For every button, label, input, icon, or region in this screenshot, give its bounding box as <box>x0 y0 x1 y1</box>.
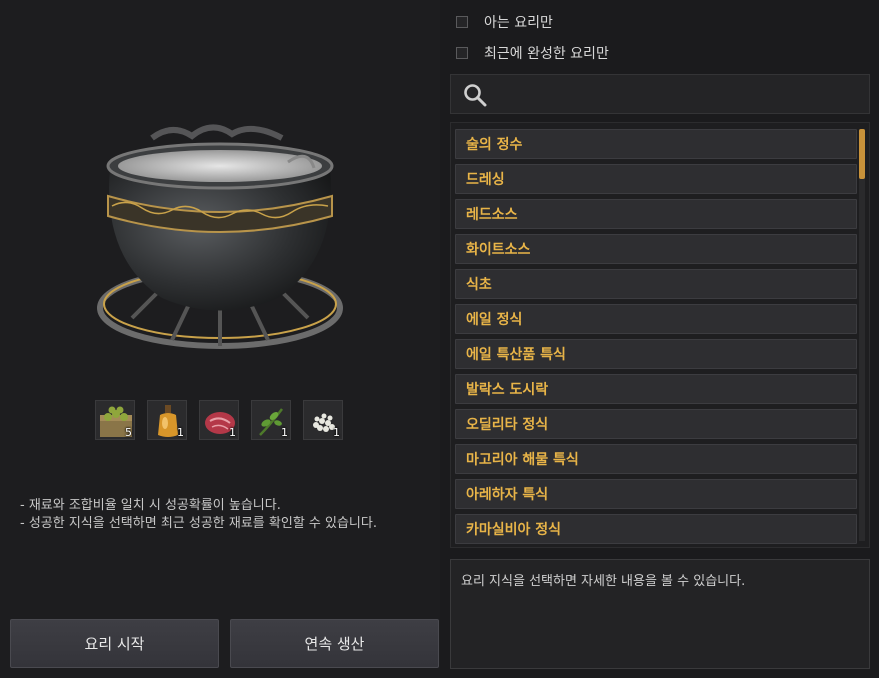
continuous-production-button[interactable]: 연속 생산 <box>230 619 439 668</box>
recipe-list-panel: 술의 정수 드레싱 레드소스 화이트소스 식초 에일 정식 에일 특산품 특식 … <box>450 122 870 548</box>
ingredient-slot[interactable]: 1 <box>303 400 343 440</box>
ingredient-quantity: 1 <box>281 426 288 439</box>
filter-recent-only[interactable]: 최근에 완성한 요리만 <box>456 43 609 63</box>
cooking-notes: - 재료와 조합비율 일치 시 성공확률이 높습니다. - 성공한 지식을 선택… <box>20 497 430 533</box>
recipe-detail-box: 요리 지식을 선택하면 자세한 내용을 볼 수 있습니다. <box>450 559 870 669</box>
recipe-search-box[interactable] <box>450 74 870 114</box>
start-cooking-button[interactable]: 요리 시작 <box>10 619 219 668</box>
recent-only-checkbox[interactable] <box>456 47 468 59</box>
recipe-list-item[interactable]: 에일 특산품 특식 <box>455 339 857 369</box>
recent-only-label: 최근에 완성한 요리만 <box>484 46 609 62</box>
recipe-list-item[interactable]: 아레하자 특식 <box>455 479 857 509</box>
ingredient-slots: 5 1 1 1 1 <box>95 400 343 440</box>
ingredient-quantity: 1 <box>229 426 236 439</box>
note-line: - 재료와 조합비율 일치 시 성공확률이 높습니다. <box>20 498 281 513</box>
filter-known-only[interactable]: 아는 요리만 <box>456 12 553 32</box>
recipe-list-item[interactable]: 오딜리타 정식 <box>455 409 857 439</box>
recipe-list-item[interactable]: 술의 정수 <box>455 129 857 159</box>
ingredient-quantity: 1 <box>333 426 340 439</box>
recipe-list-item[interactable]: 마고리아 해물 특식 <box>455 444 857 474</box>
recipe-list-item[interactable]: 화이트소스 <box>455 234 857 264</box>
ingredient-slot[interactable]: 1 <box>251 400 291 440</box>
recipe-list-item[interactable]: 에일 정식 <box>455 304 857 334</box>
recipe-list-item[interactable]: 레드소스 <box>455 199 857 229</box>
known-only-checkbox[interactable] <box>456 16 468 28</box>
recipe-list-item[interactable]: 카마실비아 정식 <box>455 514 857 544</box>
ingredient-quantity: 5 <box>125 426 132 439</box>
recipe-list: 술의 정수 드레싱 레드소스 화이트소스 식초 에일 정식 에일 특산품 특식 … <box>455 129 857 547</box>
search-icon <box>464 84 487 107</box>
ingredient-slot[interactable]: 5 <box>95 400 135 440</box>
note-line: - 성공한 지식을 선택하면 최근 성공한 재료를 확인할 수 있습니다. <box>20 516 377 531</box>
cooking-left-panel: 5 1 1 1 1 - 재료와 조합비율 일치 시 성공확률이 높습니다. - … <box>0 0 440 678</box>
known-only-label: 아는 요리만 <box>484 15 553 31</box>
ingredient-slot[interactable]: 1 <box>147 400 187 440</box>
recipe-list-item[interactable]: 식초 <box>455 269 857 299</box>
recipe-list-scrollbar[interactable] <box>859 129 865 541</box>
scrollbar-thumb[interactable] <box>859 129 865 179</box>
cooking-pot-image <box>97 124 343 349</box>
ingredient-quantity: 1 <box>177 426 184 439</box>
ingredient-slot[interactable]: 1 <box>199 400 239 440</box>
search-input[interactable] <box>499 81 863 109</box>
recipe-list-item[interactable]: 발락스 도시락 <box>455 374 857 404</box>
recipe-list-item[interactable]: 드레싱 <box>455 164 857 194</box>
detail-text: 요리 지식을 선택하면 자세한 내용을 볼 수 있습니다. <box>461 574 746 589</box>
